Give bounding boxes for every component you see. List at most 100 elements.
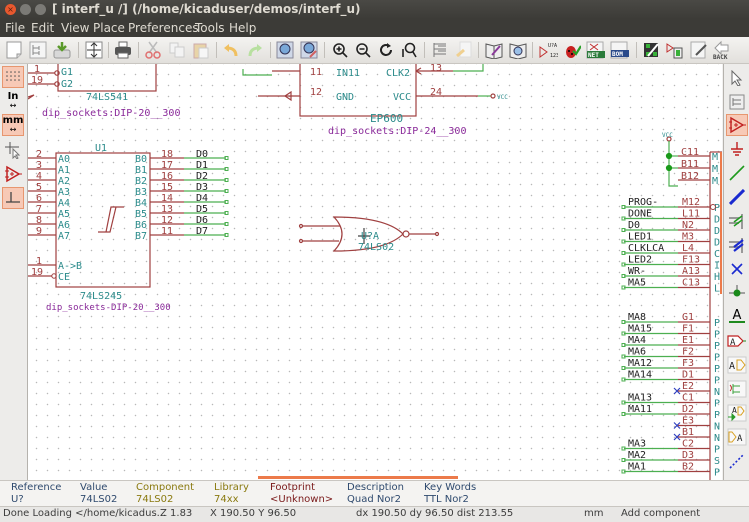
hier-label-icon[interactable]: A [726, 354, 748, 376]
wire-angle-icon[interactable] [2, 187, 24, 209]
wire-entry-icon[interactable] [726, 210, 748, 232]
find-icon[interactable] [275, 40, 295, 60]
printer-icon[interactable] [113, 40, 133, 60]
schematic-canvas[interactable]: 2 A0 3 A1 4 A2 5 A3 6 A4 7 A5 8 A6 9 A7 1 A->B 19 CE B0 18 D0 B… [28, 64, 722, 480]
net-label: MA1 [628, 462, 646, 473]
menu-file[interactable]: File [5, 21, 25, 35]
u1-pin-number: 11 [161, 226, 173, 237]
junction-icon[interactable] [726, 282, 748, 304]
menu-preferences[interactable]: Preferences [128, 21, 199, 35]
label-icon[interactable]: A [726, 306, 748, 328]
cvpcb-icon[interactable] [641, 40, 661, 60]
hierarchy-nav-icon[interactable] [726, 91, 748, 113]
fpga-pin-number: C1 [682, 393, 694, 404]
library-browser-icon[interactable] [508, 40, 528, 60]
double-arrow-icon: ↔ [9, 125, 17, 134]
undo-icon[interactable] [221, 40, 241, 60]
wire-end [224, 222, 229, 226]
import-pin-icon[interactable]: A [726, 402, 748, 424]
mm-icon[interactable]: mm ↔ [2, 114, 24, 136]
netlist-icon[interactable]: NET [586, 40, 606, 60]
no-connect-icon[interactable] [726, 258, 748, 280]
fpga-pin-number: B12 [681, 171, 699, 182]
window-minimize-button[interactable] [20, 4, 31, 15]
page-settings-icon[interactable] [84, 40, 104, 60]
fpga-pin-number: F1 [682, 324, 694, 335]
back-icon[interactable]: BACK [712, 40, 732, 60]
global-label-icon[interactable]: A [726, 330, 748, 352]
menu-bar: File Edit View Place Preferences Tools H… [0, 19, 749, 37]
fpga-vcc-label: VCC [662, 132, 673, 139]
u1-pin-number: 13 [161, 204, 173, 215]
status-bar: Done Loading </home/kicadus... Z 1.83 X … [0, 506, 749, 522]
hierarchy-icon[interactable] [28, 40, 48, 60]
zoom-fit-icon[interactable] [399, 40, 419, 60]
fpga-pin-number: L11 [682, 209, 700, 220]
u1-pin-name: CE [58, 272, 70, 283]
component-icon[interactable] [726, 114, 748, 136]
fpga-pin-type: M [712, 152, 718, 163]
status-units: mm [584, 508, 604, 519]
double-arrow-icon: ↔ [9, 101, 17, 110]
grid-icon[interactable] [2, 66, 24, 88]
hidden-pins-icon[interactable] [2, 163, 24, 185]
menu-place[interactable]: Place [93, 21, 125, 35]
leave-sheet-icon[interactable] [454, 40, 474, 60]
net-label: D6 [196, 215, 208, 226]
label-underline [729, 321, 745, 323]
inch-icon[interactable]: In ↔ [2, 90, 24, 112]
msg-label: Library [214, 482, 249, 493]
menu-edit[interactable]: Edit [31, 21, 54, 35]
fpga-pin-number: A13 [682, 266, 700, 277]
fpga-pin-type: P [714, 364, 720, 375]
window-maximize-button[interactable] [35, 4, 46, 15]
net-label: D5 [196, 204, 208, 215]
u1-pin-number: 18 [161, 149, 173, 160]
hier-sheet-icon[interactable] [726, 378, 748, 400]
tree-icon[interactable] [430, 40, 450, 60]
dashed-line-icon[interactable] [726, 450, 748, 472]
copy-icon[interactable] [167, 40, 187, 60]
fpga-pin-type: P [714, 376, 720, 387]
pointer-icon[interactable] [726, 67, 748, 89]
u1-pin-number: 7 [36, 204, 42, 215]
redo-icon[interactable] [245, 40, 265, 60]
new-document-icon[interactable] [4, 40, 24, 60]
u1-pin-name: A4 [58, 198, 70, 209]
zoom-in-icon[interactable] [330, 40, 350, 60]
import-footprint-icon[interactable] [689, 40, 709, 60]
window-close-button[interactable]: × [5, 4, 16, 15]
ep600-pin-name: GND [336, 92, 354, 103]
msg-label: Reference [11, 482, 62, 493]
zoom-out-icon[interactable] [353, 40, 373, 60]
label-glyph: A [732, 308, 742, 323]
redraw-icon[interactable] [376, 40, 396, 60]
u1-pin-name: A5 [58, 209, 70, 220]
fpga-pin-type: D [714, 226, 720, 237]
menu-help[interactable]: Help [229, 21, 256, 35]
cursor-crosshair-icon[interactable] [2, 139, 24, 161]
menu-view[interactable]: View [61, 21, 89, 35]
pcbnew-icon[interactable] [665, 40, 685, 60]
net-label: D0 [196, 149, 208, 160]
library-editor-icon[interactable] [484, 40, 504, 60]
paste-icon[interactable] [191, 40, 211, 60]
annotate-icon[interactable]: U?A 123 [538, 40, 558, 60]
fpga-pin-number: D2 [682, 404, 694, 415]
wire-icon[interactable] [726, 162, 748, 184]
u1-pin-name: B2 [135, 176, 147, 187]
u541-pin-name: G1 [61, 67, 73, 78]
hier-pin-icon[interactable]: A [726, 426, 748, 448]
net-label: MA5 [628, 278, 646, 289]
erc-bug-icon[interactable] [562, 40, 582, 60]
scissors-icon[interactable] [143, 40, 163, 60]
find-replace-icon[interactable] [299, 40, 319, 60]
bom-icon[interactable]: BOM [610, 40, 630, 60]
u1-pin-name: B1 [135, 165, 147, 176]
bus-icon[interactable] [726, 186, 748, 208]
ep600-pin-num: 12 [310, 87, 322, 98]
bus-entry-icon[interactable] [726, 234, 748, 256]
ground-icon[interactable] [726, 138, 748, 160]
save-icon[interactable] [52, 40, 72, 60]
menu-tools[interactable]: Tools [195, 21, 225, 35]
